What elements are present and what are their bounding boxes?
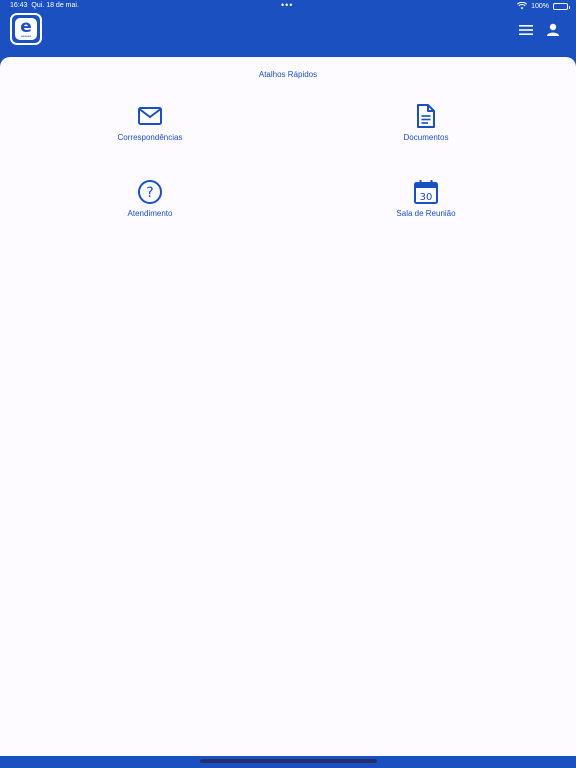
calendar-icon: 30 xyxy=(414,180,438,204)
shortcut-atendimento[interactable]: ? Atendimento xyxy=(80,179,220,229)
shortcut-sala-de-reuniao[interactable]: 30 Sala de Reunião xyxy=(356,179,496,229)
logo-letter: e xyxy=(20,17,32,37)
page-title: Atalhos Rápidos xyxy=(258,70,318,79)
battery-icon xyxy=(553,2,570,10)
multitasking-dots[interactable]: ••• xyxy=(281,0,293,10)
svg-text:?: ? xyxy=(146,185,153,201)
shortcut-correspondencias[interactable]: Correspondências xyxy=(80,103,220,153)
logo-subtext: aaaaaa xyxy=(20,34,31,38)
status-indicators: 100% xyxy=(517,2,570,10)
mail-icon xyxy=(138,107,162,125)
help-icon: ? xyxy=(138,180,162,204)
status-clock: 16:43 xyxy=(10,2,28,9)
app-header: e aaaaaa xyxy=(0,13,576,57)
status-date: Qui. 18 de mai. xyxy=(31,2,79,9)
shortcut-label: Sala de Reunião xyxy=(396,209,456,218)
user-profile-button[interactable] xyxy=(544,21,562,39)
status-bar: 16:43 Qui. 18 de mai. ••• 100% xyxy=(0,0,576,13)
shortcut-label: Correspondências xyxy=(117,133,183,142)
shortcut-label: Documentos xyxy=(403,133,449,142)
menu-button[interactable] xyxy=(517,21,535,39)
status-time: 16:43 Qui. 18 de mai. xyxy=(10,2,79,9)
shortcut-documentos[interactable]: Documentos xyxy=(356,103,496,153)
calendar-day: 30 xyxy=(420,192,433,203)
document-icon xyxy=(417,104,435,128)
app-logo[interactable]: e aaaaaa xyxy=(10,13,42,45)
battery-percent: 100% xyxy=(531,2,549,10)
user-icon xyxy=(547,23,559,36)
home-indicator[interactable] xyxy=(200,759,377,763)
hamburger-menu-icon xyxy=(519,25,533,35)
main-panel: Atalhos Rápidos Correspondências Documen… xyxy=(0,57,576,756)
shortcut-label: Atendimento xyxy=(127,209,173,218)
wifi-icon xyxy=(517,2,528,10)
